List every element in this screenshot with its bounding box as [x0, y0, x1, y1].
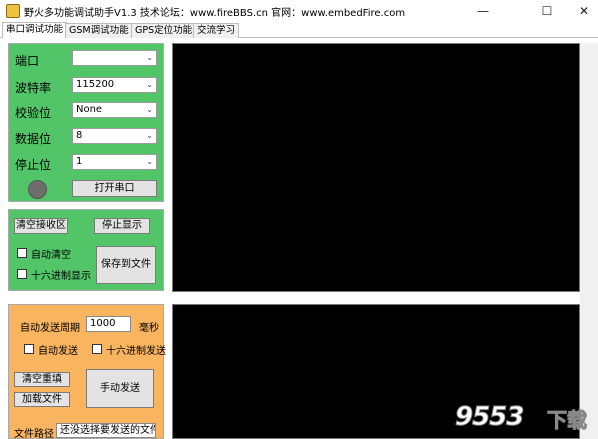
stop-bits-label: 停止位	[15, 158, 52, 172]
auto-send-label: 自动发送	[38, 346, 78, 357]
send-period-input[interactable]: 1000	[86, 316, 131, 332]
period-unit-label: 毫秒	[139, 323, 159, 334]
data-bits-label: 数据位	[15, 132, 52, 146]
maximize-button[interactable]: ☐	[524, 0, 570, 22]
hex-display-checkbox[interactable]	[17, 269, 27, 279]
port-status-indicator	[28, 180, 47, 199]
stop-bits-value: 1	[76, 156, 83, 167]
tab-serial-debug[interactable]: 串口调试功能	[2, 22, 68, 38]
right-margin	[580, 43, 598, 439]
stop-bits-select[interactable]: 1 ⌄	[72, 154, 157, 170]
chevron-down-icon: ⌄	[146, 80, 153, 89]
auto-clear-checkbox[interactable]	[17, 248, 27, 258]
load-file-button[interactable]: 加载文件	[14, 392, 70, 407]
watermark-logo: 9553 下载	[454, 400, 595, 436]
stop-display-button[interactable]: 停止显示	[94, 218, 150, 234]
data-bits-value: 8	[76, 130, 83, 141]
baud-rate-label: 波特率	[15, 81, 52, 95]
parity-label: 校验位	[15, 106, 52, 120]
file-path-field[interactable]: 还没选择要发送的文件	[56, 423, 156, 438]
auto-clear-label: 自动清空	[31, 250, 71, 261]
minimize-button[interactable]: —	[460, 0, 506, 22]
parity-value: None	[76, 104, 103, 115]
port-select[interactable]: ⌄	[72, 50, 157, 66]
tab-bar: 串口调试功能 GSM调试功能 GPS定位功能 交流学习	[0, 22, 598, 38]
save-to-file-button[interactable]: 保存到文件	[96, 246, 156, 284]
data-bits-select[interactable]: 8 ⌄	[72, 128, 157, 144]
watermark-number: 9553	[454, 402, 524, 433]
chevron-down-icon: ⌄	[146, 105, 153, 114]
manual-send-button[interactable]: 手动发送	[86, 369, 154, 408]
receive-text-area[interactable]	[172, 43, 580, 292]
tab-community[interactable]: 交流学习	[193, 23, 240, 38]
baud-rate-value: 115200	[76, 79, 115, 90]
hex-send-checkbox[interactable]	[92, 344, 102, 354]
watermark-text: 下载	[547, 408, 588, 433]
tab-gps-location[interactable]: GPS定位功能	[131, 23, 197, 38]
open-port-button[interactable]: 打开串口	[72, 180, 157, 197]
window-title: 野火多功能调试助手V1.3 技术论坛：www.fireBBS.cn 官网：www…	[24, 8, 406, 19]
chevron-down-icon: ⌄	[146, 131, 153, 140]
port-label: 端口	[15, 54, 40, 68]
clear-receive-button[interactable]: 清空接收区	[14, 218, 68, 234]
clear-refill-button[interactable]: 清空重填	[14, 372, 70, 387]
hex-send-label: 十六进制发送	[106, 346, 166, 357]
chevron-down-icon: ⌄	[146, 157, 153, 166]
close-button[interactable]: ✕	[570, 0, 598, 22]
parity-select[interactable]: None ⌄	[72, 102, 157, 118]
app-icon	[6, 4, 20, 18]
auto-send-checkbox[interactable]	[24, 344, 34, 354]
hex-display-label: 十六进制显示	[31, 271, 91, 282]
file-path-label: 文件路径	[14, 429, 54, 439]
title-bar: 野火多功能调试助手V1.3 技术论坛：www.fireBBS.cn 官网：www…	[0, 0, 598, 22]
auto-send-period-label: 自动发送周期	[20, 323, 80, 334]
tab-gsm-debug[interactable]: GSM调试功能	[65, 23, 133, 38]
chevron-down-icon: ⌄	[146, 53, 153, 62]
baud-rate-select[interactable]: 115200 ⌄	[72, 77, 157, 93]
